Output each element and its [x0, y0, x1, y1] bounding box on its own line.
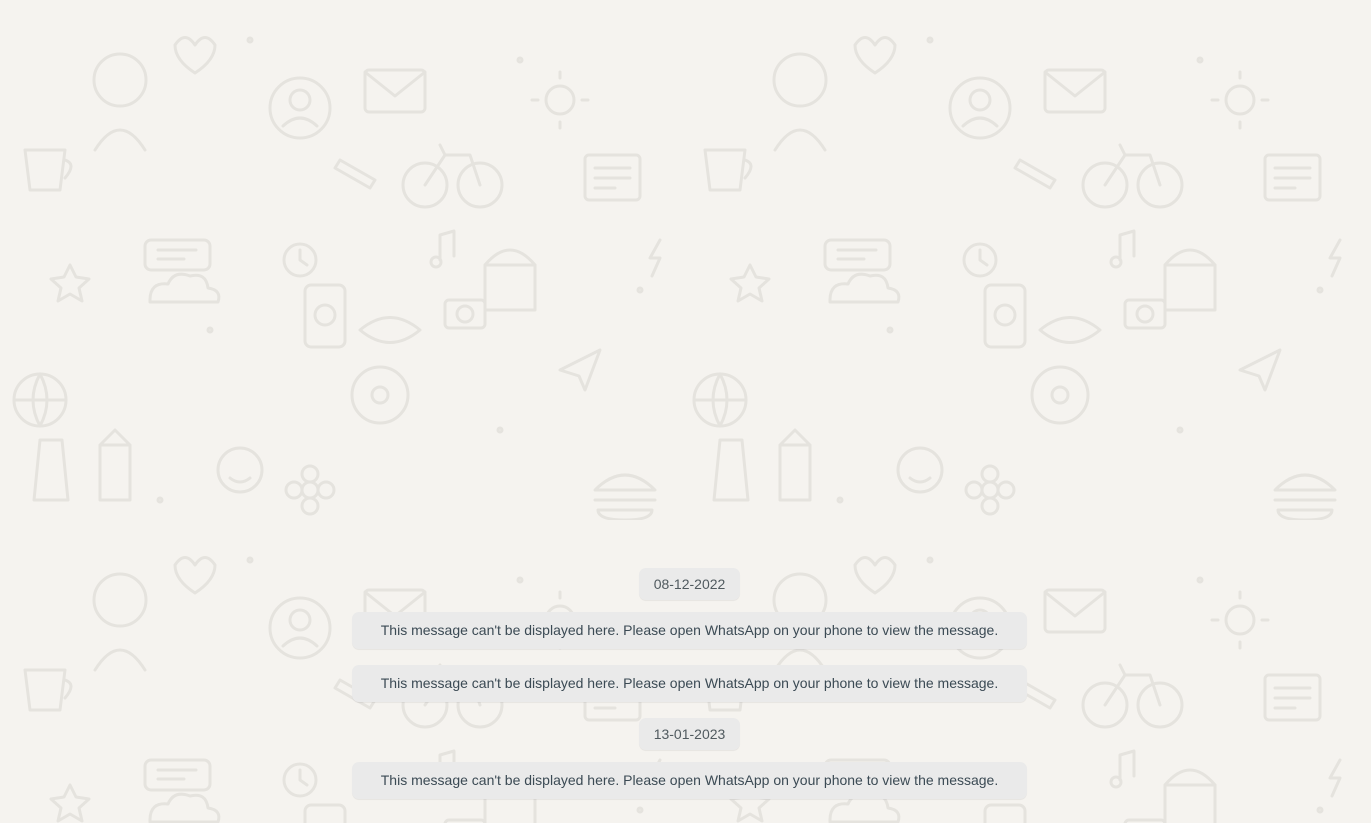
unsupported-message-notice: This message can't be displayed here. Pl…: [352, 612, 1027, 649]
date-separator: 13-01-2023: [639, 718, 740, 750]
unsupported-message-notice: This message can't be displayed here. Pl…: [352, 665, 1027, 702]
unsupported-message-notice: This message can't be displayed here. Pl…: [352, 762, 1027, 799]
date-separator: 08-12-2022: [639, 568, 740, 600]
message-list[interactable]: 08-12-2022 This message can't be display…: [0, 0, 1371, 823]
